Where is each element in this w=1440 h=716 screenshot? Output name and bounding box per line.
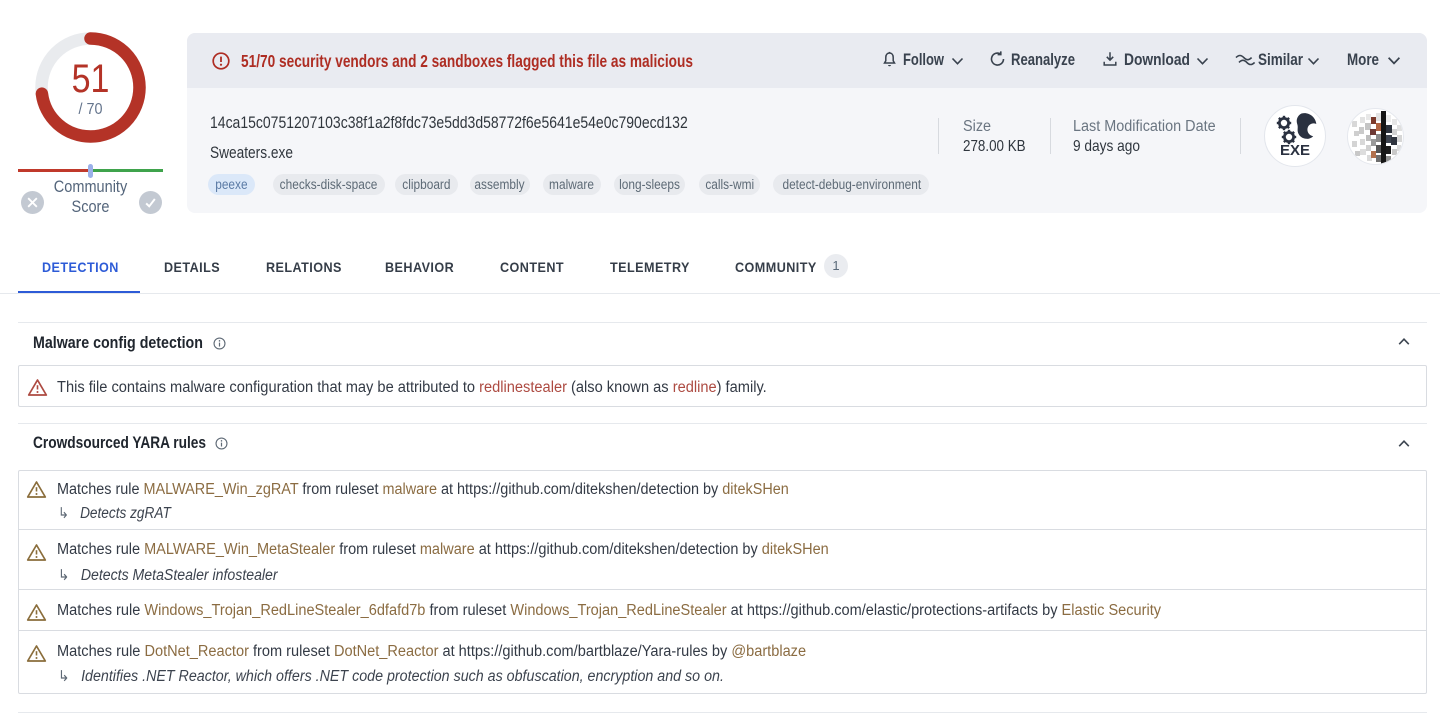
- svg-text:EXE: EXE: [1280, 142, 1310, 159]
